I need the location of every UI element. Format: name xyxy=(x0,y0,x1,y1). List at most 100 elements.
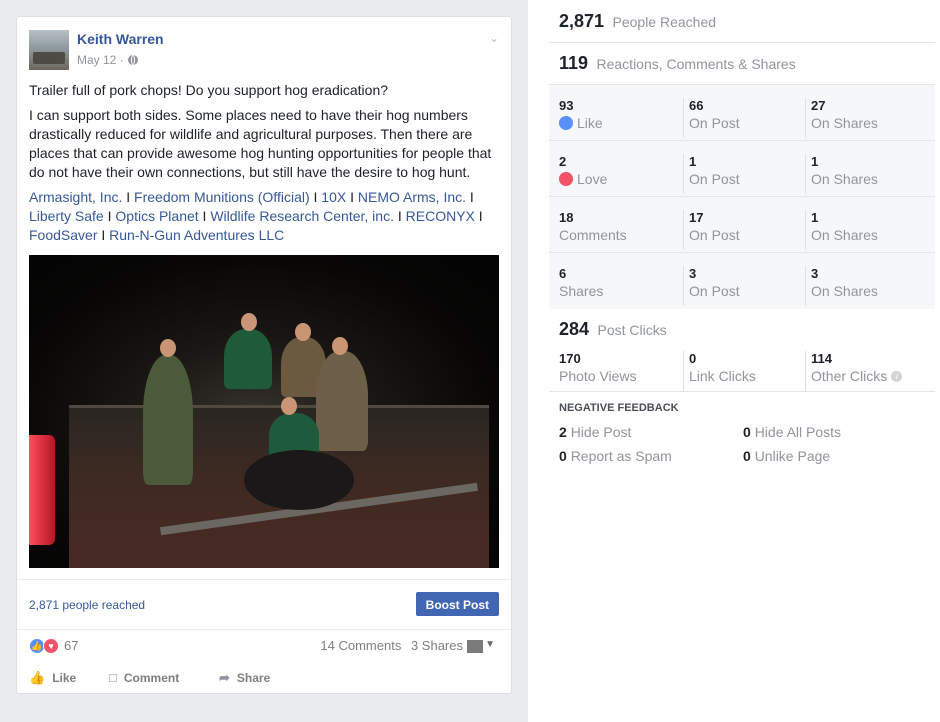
hunter-figure xyxy=(224,329,272,389)
post-clicks-value: 284 xyxy=(559,319,590,339)
tag-separator: I xyxy=(107,208,112,224)
stat-label: Other Clicks i xyxy=(811,368,903,384)
share-button[interactable]: ➦ Share xyxy=(219,670,270,686)
hunter-head xyxy=(241,313,257,331)
tag-separator: I xyxy=(350,189,354,205)
page-avatar-small[interactable] xyxy=(467,640,483,653)
hog-carcass xyxy=(244,450,354,510)
stat-value: 114 xyxy=(811,351,832,366)
post-pane: Keith Warren May 12 · ⌄ Trailer full of … xyxy=(0,0,528,722)
stat-total: 6 Shares xyxy=(559,266,603,306)
tag-link[interactable]: FoodSaver xyxy=(29,227,97,243)
post-meta: May 12 · xyxy=(77,53,138,67)
shares-count[interactable]: 3 Shares xyxy=(411,638,463,653)
stat-label: On Shares xyxy=(811,171,878,187)
stat-label: On Shares xyxy=(811,283,878,299)
globe-icon xyxy=(127,55,138,65)
stat-label: On Post xyxy=(689,227,740,243)
stat-label: On Post xyxy=(689,171,740,187)
hunter-figure xyxy=(143,355,193,485)
stat-row-like: 93 Like 66 On Post 27 On Shares xyxy=(549,85,935,141)
info-icon[interactable]: i xyxy=(891,370,903,382)
stat-label: On Post xyxy=(689,283,740,299)
stat-on-shares: 1 On Shares xyxy=(805,210,878,250)
stat-value: 6 xyxy=(559,266,567,281)
author-name[interactable]: Keith Warren xyxy=(77,31,164,47)
stat-on-post: 66 On Post xyxy=(683,98,740,138)
tag-link[interactable]: Liberty Safe xyxy=(29,208,104,224)
hunter-head xyxy=(160,339,176,357)
tag-list: Armasight, Inc. I Freedom Munitions (Off… xyxy=(29,188,499,245)
neg-value: 0 xyxy=(743,424,751,440)
report-spam-stat: 0 Report as Spam xyxy=(559,448,672,464)
tag-link[interactable]: Armasight, Inc. xyxy=(29,189,122,205)
stat-value: 3 xyxy=(811,266,819,281)
stat-label-text: Other Clicks xyxy=(811,368,888,384)
post-clicks-label: Post Clicks xyxy=(597,322,667,338)
share-arrow-icon: ➦ xyxy=(219,670,230,685)
post-photo[interactable] xyxy=(29,255,499,568)
stat-label: Comments xyxy=(559,227,627,243)
neg-label: Hide All Posts xyxy=(754,424,842,440)
post-date[interactable]: May 12 · xyxy=(77,53,124,67)
stat-label: Link Clicks xyxy=(689,368,756,384)
hunter-figure xyxy=(316,351,368,451)
share-label: Share xyxy=(236,671,271,685)
reaction-summary: 👍 ♥ 67 14 Comments 3 Shares ▼ xyxy=(17,629,511,660)
people-reached-link[interactable]: 2,871 people reached xyxy=(29,598,145,612)
stat-label: Love xyxy=(559,171,607,187)
caret-down-icon[interactable]: ▼ xyxy=(485,639,495,650)
stat-label-text: Love xyxy=(577,171,608,187)
tag-link[interactable]: RECONYX xyxy=(406,208,475,224)
hunter-head xyxy=(295,323,311,341)
stat-on-post: 3 On Post xyxy=(683,266,740,306)
comments-count[interactable]: 14 Comments xyxy=(320,638,401,653)
tag-separator: I xyxy=(469,189,474,205)
tag-separator: I xyxy=(313,189,318,205)
taillight xyxy=(29,435,55,545)
engagement-breakdown: 93 Like 66 On Post 27 On Shares 2 Love 1… xyxy=(549,85,935,309)
neg-label: Hide Post xyxy=(570,424,632,440)
post-text-body: I can support both sides. Some places ne… xyxy=(29,107,492,180)
stat-value: 66 xyxy=(689,98,704,113)
stat-total: 2 Love xyxy=(559,154,607,194)
tag-link[interactable]: Freedom Munitions (Official) xyxy=(134,189,310,205)
stat-row-love: 2 Love 1 On Post 1 On Shares xyxy=(549,141,935,197)
reaction-count[interactable]: 67 xyxy=(64,638,78,653)
stat-value: 27 xyxy=(811,98,826,113)
comment-button[interactable]: □ Comment xyxy=(109,670,179,685)
author-avatar[interactable] xyxy=(29,30,69,70)
tag-separator: I xyxy=(202,208,207,224)
stat-value: 93 xyxy=(559,98,574,113)
stat-on-shares: 27 On Shares xyxy=(805,98,878,138)
like-label: Like xyxy=(52,671,77,685)
negative-feedback-title: NEGATIVE FEEDBACK xyxy=(559,402,679,414)
like-button[interactable]: 👍 Like xyxy=(29,670,76,686)
stat-value: 1 xyxy=(811,210,819,225)
stat-value: 17 xyxy=(689,210,704,225)
unlike-page-stat: 0 Unlike Page xyxy=(743,448,830,464)
tag-link[interactable]: NEMO Arms, Inc. xyxy=(358,189,466,205)
stat-label: On Shares xyxy=(811,227,878,243)
chevron-down-icon[interactable]: ⌄ xyxy=(489,31,499,45)
boost-post-button[interactable]: Boost Post xyxy=(415,592,499,616)
stat-value: 170 xyxy=(559,351,581,366)
love-icon xyxy=(559,172,573,186)
stat-value: 1 xyxy=(689,154,697,169)
tag-link[interactable]: Optics Planet xyxy=(115,208,198,224)
tag-link[interactable]: Run-N-Gun Adventures LLC xyxy=(109,227,284,243)
tag-link[interactable]: 10X xyxy=(321,189,346,205)
stat-on-post: 1 On Post xyxy=(683,154,740,194)
engagement-section: 119 Reactions, Comments & Shares xyxy=(549,43,935,85)
hunter-head xyxy=(332,337,348,355)
stat-label: Like xyxy=(559,115,603,131)
tag-separator: I xyxy=(126,189,131,205)
neg-label: Report as Spam xyxy=(570,448,672,464)
stat-row-shares: 6 Shares 3 On Post 3 On Shares xyxy=(549,253,935,309)
tag-link[interactable]: Wildlife Research Center, inc. xyxy=(210,208,394,224)
people-reached-value: 2,871 xyxy=(559,11,605,31)
stat-label: Shares xyxy=(559,283,604,299)
engagement-value: 119 xyxy=(559,53,589,73)
love-reaction-icon[interactable]: ♥ xyxy=(43,638,59,654)
other-clicks-stat: 114 Other Clicks i xyxy=(805,351,903,391)
